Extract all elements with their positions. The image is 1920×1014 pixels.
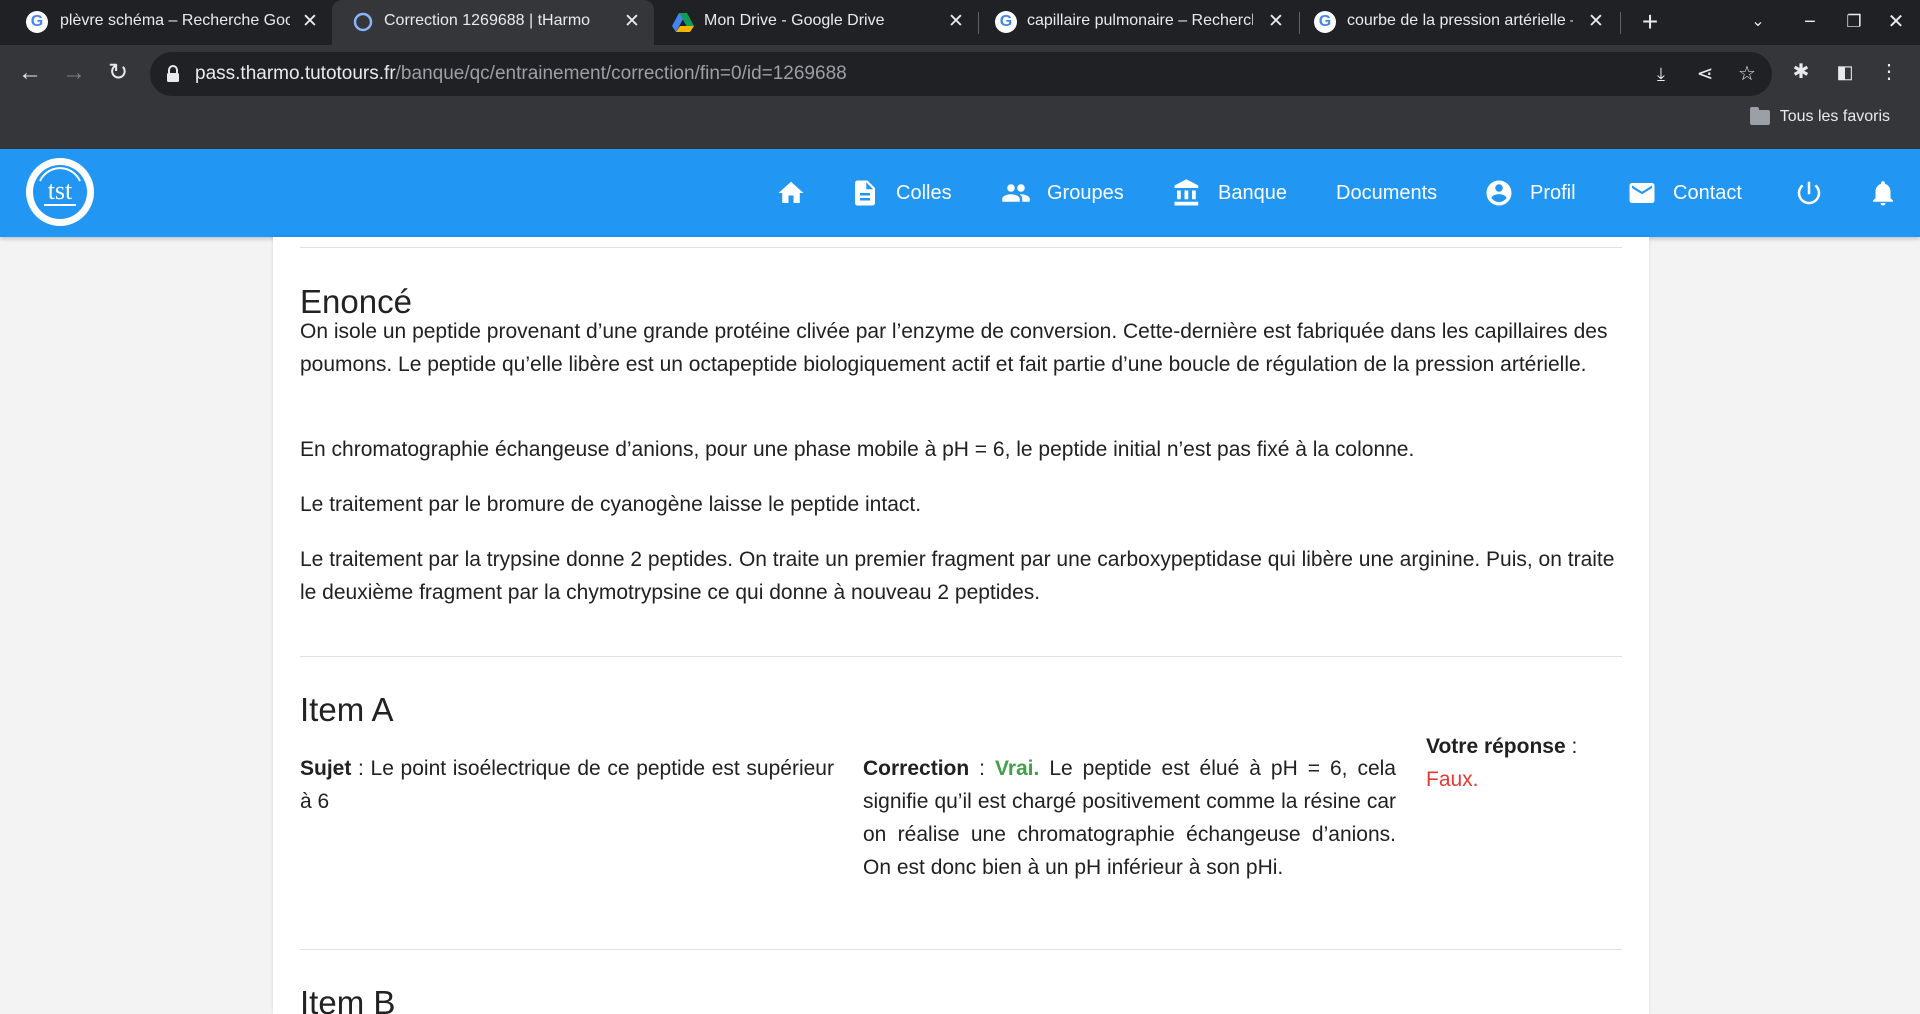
all-bookmarks-button[interactable]: Tous les favoris [1749,106,1890,126]
browser-tab-active[interactable]: Correction 1269688 | tHarmo ✕ [332,0,654,45]
google-favicon-icon: G [995,11,1017,33]
nav-home[interactable] [776,149,806,237]
browser-tab-title: Correction 1269688 | tHarmo [384,12,591,29]
bell-icon [1873,181,1893,206]
bookmark-star-icon[interactable]: ☆ [1734,61,1760,87]
browser-tab-strip: G plèvre schéma – Recherche Google ✕ Cor… [0,0,1920,45]
tab-search-chevron-down-icon[interactable]: ⌄ [1740,6,1776,38]
close-window-icon[interactable]: ✕ [1878,6,1914,38]
enonce-paragraph: Le traitement par la trypsine donne 2 pe… [300,548,1615,604]
sujet-text: Le point isoélectrique de ce peptide est… [300,757,834,813]
item-b-heading: Item B [300,984,396,1014]
browser-menu-icon[interactable]: ⋮ [1874,57,1904,87]
browser-tab-title: capillaire pulmonaire – Recherche Google [1027,12,1253,29]
install-app-icon[interactable]: ⤓ [1648,61,1674,87]
nav-colles-label: Colles [896,181,952,204]
browser-tab[interactable]: G capillaire pulmonaire – Recherche Goog… [979,0,1299,45]
address-bar[interactable]: pass.tharmo.tutotours.fr/banque/qc/entra… [150,52,1772,96]
nav-banque[interactable]: Banque [1172,149,1287,237]
power-icon [1797,181,1821,205]
divider [300,247,1622,248]
all-bookmarks-label: Tous les favoris [1779,108,1890,125]
back-arrow-icon[interactable]: ← [10,53,50,93]
browser-tab[interactable]: G plèvre schéma – Recherche Google ✕ [0,0,332,45]
votre-reponse-label: Votre réponse [1426,735,1566,758]
correction-label: Correction [863,757,970,780]
nav-profil[interactable]: Profil [1484,149,1576,237]
browser-tab-title: plèvre schéma – Recherche Google [60,12,290,29]
browser-tab[interactable]: Mon Drive - Google Drive ✕ [654,0,978,45]
nav-colles[interactable]: Colles [850,149,952,237]
google-favicon-icon: G [26,11,48,33]
item-a-heading: Item A [300,691,394,728]
extensions-puzzle-icon[interactable]: ✱ [1786,57,1816,87]
url-path: /banque/qc/entrainement/correction/fin=0… [395,63,847,84]
tharmo-favicon-icon [353,12,373,32]
document-icon [855,180,875,206]
minimize-window-icon[interactable]: − [1792,6,1828,38]
lock-icon [167,65,179,82]
sujet-label: Sujet [300,757,352,780]
nav-contact[interactable]: Contact [1627,149,1742,237]
enonce-paragraph: En chromatographie échangeuse d’anions, … [300,438,1415,461]
account-circle-icon [1486,180,1512,206]
url-text: pass.tharmo.tutotours.fr/banque/qc/entra… [195,63,847,85]
nav-profil-label: Profil [1530,181,1576,204]
side-panel-icon[interactable]: ◧ [1830,57,1860,87]
mail-icon [1629,183,1655,203]
nav-notifications[interactable] [1868,149,1898,237]
browser-tab-title: courbe de la pression artérielle – Reche… [1347,12,1573,29]
reload-icon[interactable]: ↻ [98,53,138,93]
nav-banque-label: Banque [1218,181,1287,204]
correction-card: Enoncé On isole un peptide provenant d’u… [273,237,1649,1014]
close-tab-icon[interactable]: ✕ [942,8,970,36]
restore-window-icon[interactable]: ❐ [1836,6,1872,38]
svg-text:tst: tst [48,176,73,205]
votre-reponse-value: Faux. [1426,768,1479,791]
divider [300,949,1622,950]
browser-toolbar: ← → ↻ pass.tharmo.tutotours.fr/banque/qc… [0,45,1920,149]
google-drive-favicon-icon [672,13,694,32]
enonce-paragraph: On isole un peptide provenant d’une gran… [300,320,1608,376]
home-icon [778,181,804,203]
google-favicon-icon: G [1314,11,1336,33]
item-a-correction: Correction : Vrai. Le peptide est élué à… [863,757,1396,879]
browser-tab-title: Mon Drive - Google Drive [704,12,885,29]
nav-documents-label: Documents [1336,181,1438,204]
new-tab-button[interactable]: + [1632,6,1668,38]
forward-arrow-icon[interactable]: → [54,53,94,93]
close-tab-icon[interactable]: ✕ [618,8,646,36]
divider [300,656,1622,657]
nav-contact-label: Contact [1673,181,1742,204]
bank-icon [1174,179,1199,206]
close-tab-icon[interactable]: ✕ [1582,8,1610,36]
item-a-sujet: Sujet : Le point isoélectrique de ce pep… [300,757,834,813]
nav-documents[interactable]: Documents [1336,149,1437,237]
folder-icon [1749,106,1770,125]
close-tab-icon[interactable]: ✕ [1262,8,1290,36]
tutotours-logo-icon[interactable]: tst [20,155,100,229]
item-a-votre-reponse: Votre réponse : Faux. [1426,735,1578,791]
people-icon [1002,184,1030,202]
tab-separator [1620,12,1621,34]
nav-groupes-label: Groupes [1047,181,1124,204]
correction-verdict: Vrai. [994,757,1040,780]
close-tab-icon[interactable]: ✕ [296,8,324,36]
browser-tab[interactable]: G courbe de la pression artérielle – Rec… [1300,0,1620,45]
app-navbar: tst Colles Groupes Banque Documents Prof… [0,149,1920,237]
url-host: pass.tharmo.tutotours.fr [195,63,396,84]
share-icon[interactable]: ⋖ [1692,61,1718,87]
nav-groupes[interactable]: Groupes [1001,149,1124,237]
nav-logout[interactable] [1794,149,1824,237]
enonce-paragraph: Le traitement par le bromure de cyanogèn… [300,493,922,516]
